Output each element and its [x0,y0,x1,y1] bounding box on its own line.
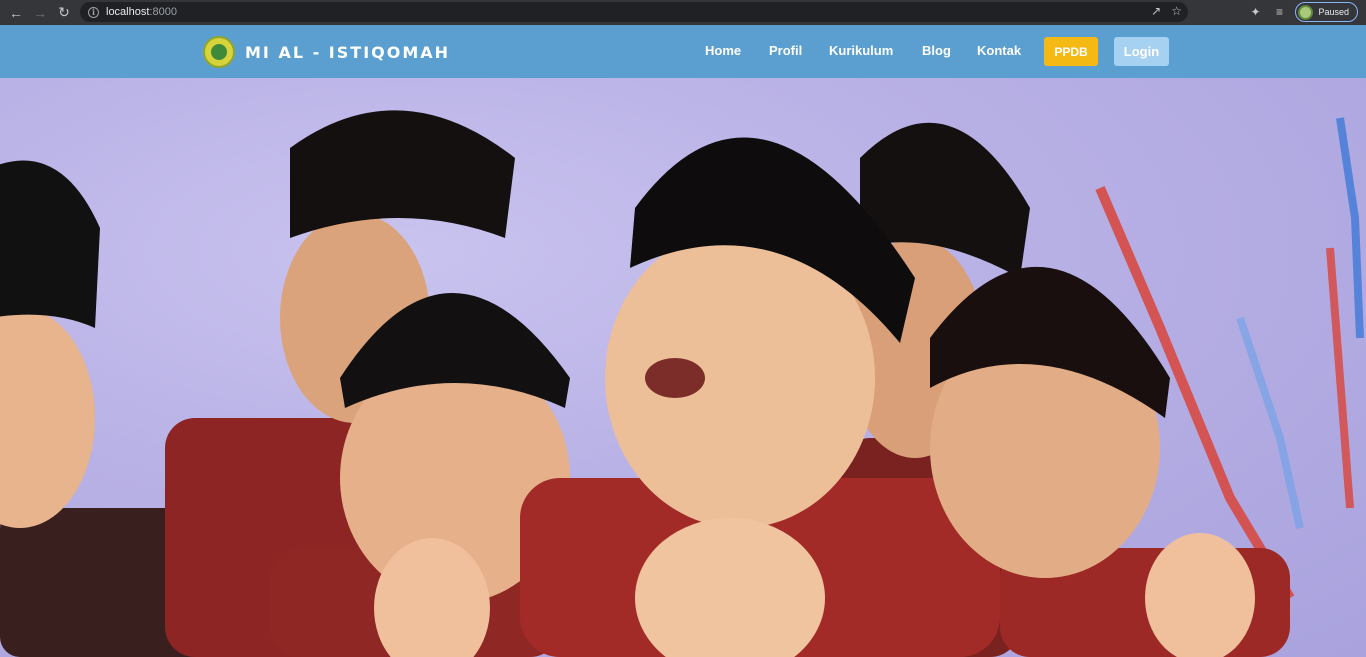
nav-link-kontak[interactable]: Kontak [977,43,1021,58]
browser-toolbar: ← → ↻ i localhost:8000 ↗ ☆ ✦ ≡ Paused [0,0,1366,25]
address-bar[interactable]: i localhost:8000 ↗ ☆ [80,2,1188,22]
url-port: :8000 [149,6,177,18]
hero-image [0,78,1366,657]
share-icon[interactable]: ↗ [1151,4,1161,18]
hero-photo-illustration [0,110,1364,657]
nav-link-profil[interactable]: Profil [769,43,802,58]
extensions-puzzle-icon[interactable]: ✦ [1247,4,1263,20]
back-arrow-icon[interactable]: ← [5,2,27,24]
bookmark-star-icon[interactable]: ☆ [1171,4,1182,18]
reload-icon[interactable]: ↻ [53,2,75,24]
reading-list-icon[interactable]: ≡ [1271,4,1287,20]
site-navbar: MI AL - ISTIQOMAH Home Profil Kurikulum … [0,25,1366,78]
nav-link-blog[interactable]: Blog [922,43,951,58]
login-button[interactable]: Login [1114,37,1169,66]
nav-link-kurikulum[interactable]: Kurikulum [829,43,893,58]
forward-arrow-icon[interactable]: → [29,2,51,24]
url-text: localhost:8000 [106,6,177,18]
nav-link-home[interactable]: Home [705,43,741,58]
url-host: localhost [106,6,150,18]
profile-status: Paused [1318,7,1349,17]
profile-button[interactable]: Paused [1295,2,1358,22]
ppdb-button[interactable]: PPDB [1044,37,1098,66]
site-info-icon[interactable]: i [88,6,99,18]
avatar [1298,4,1314,20]
